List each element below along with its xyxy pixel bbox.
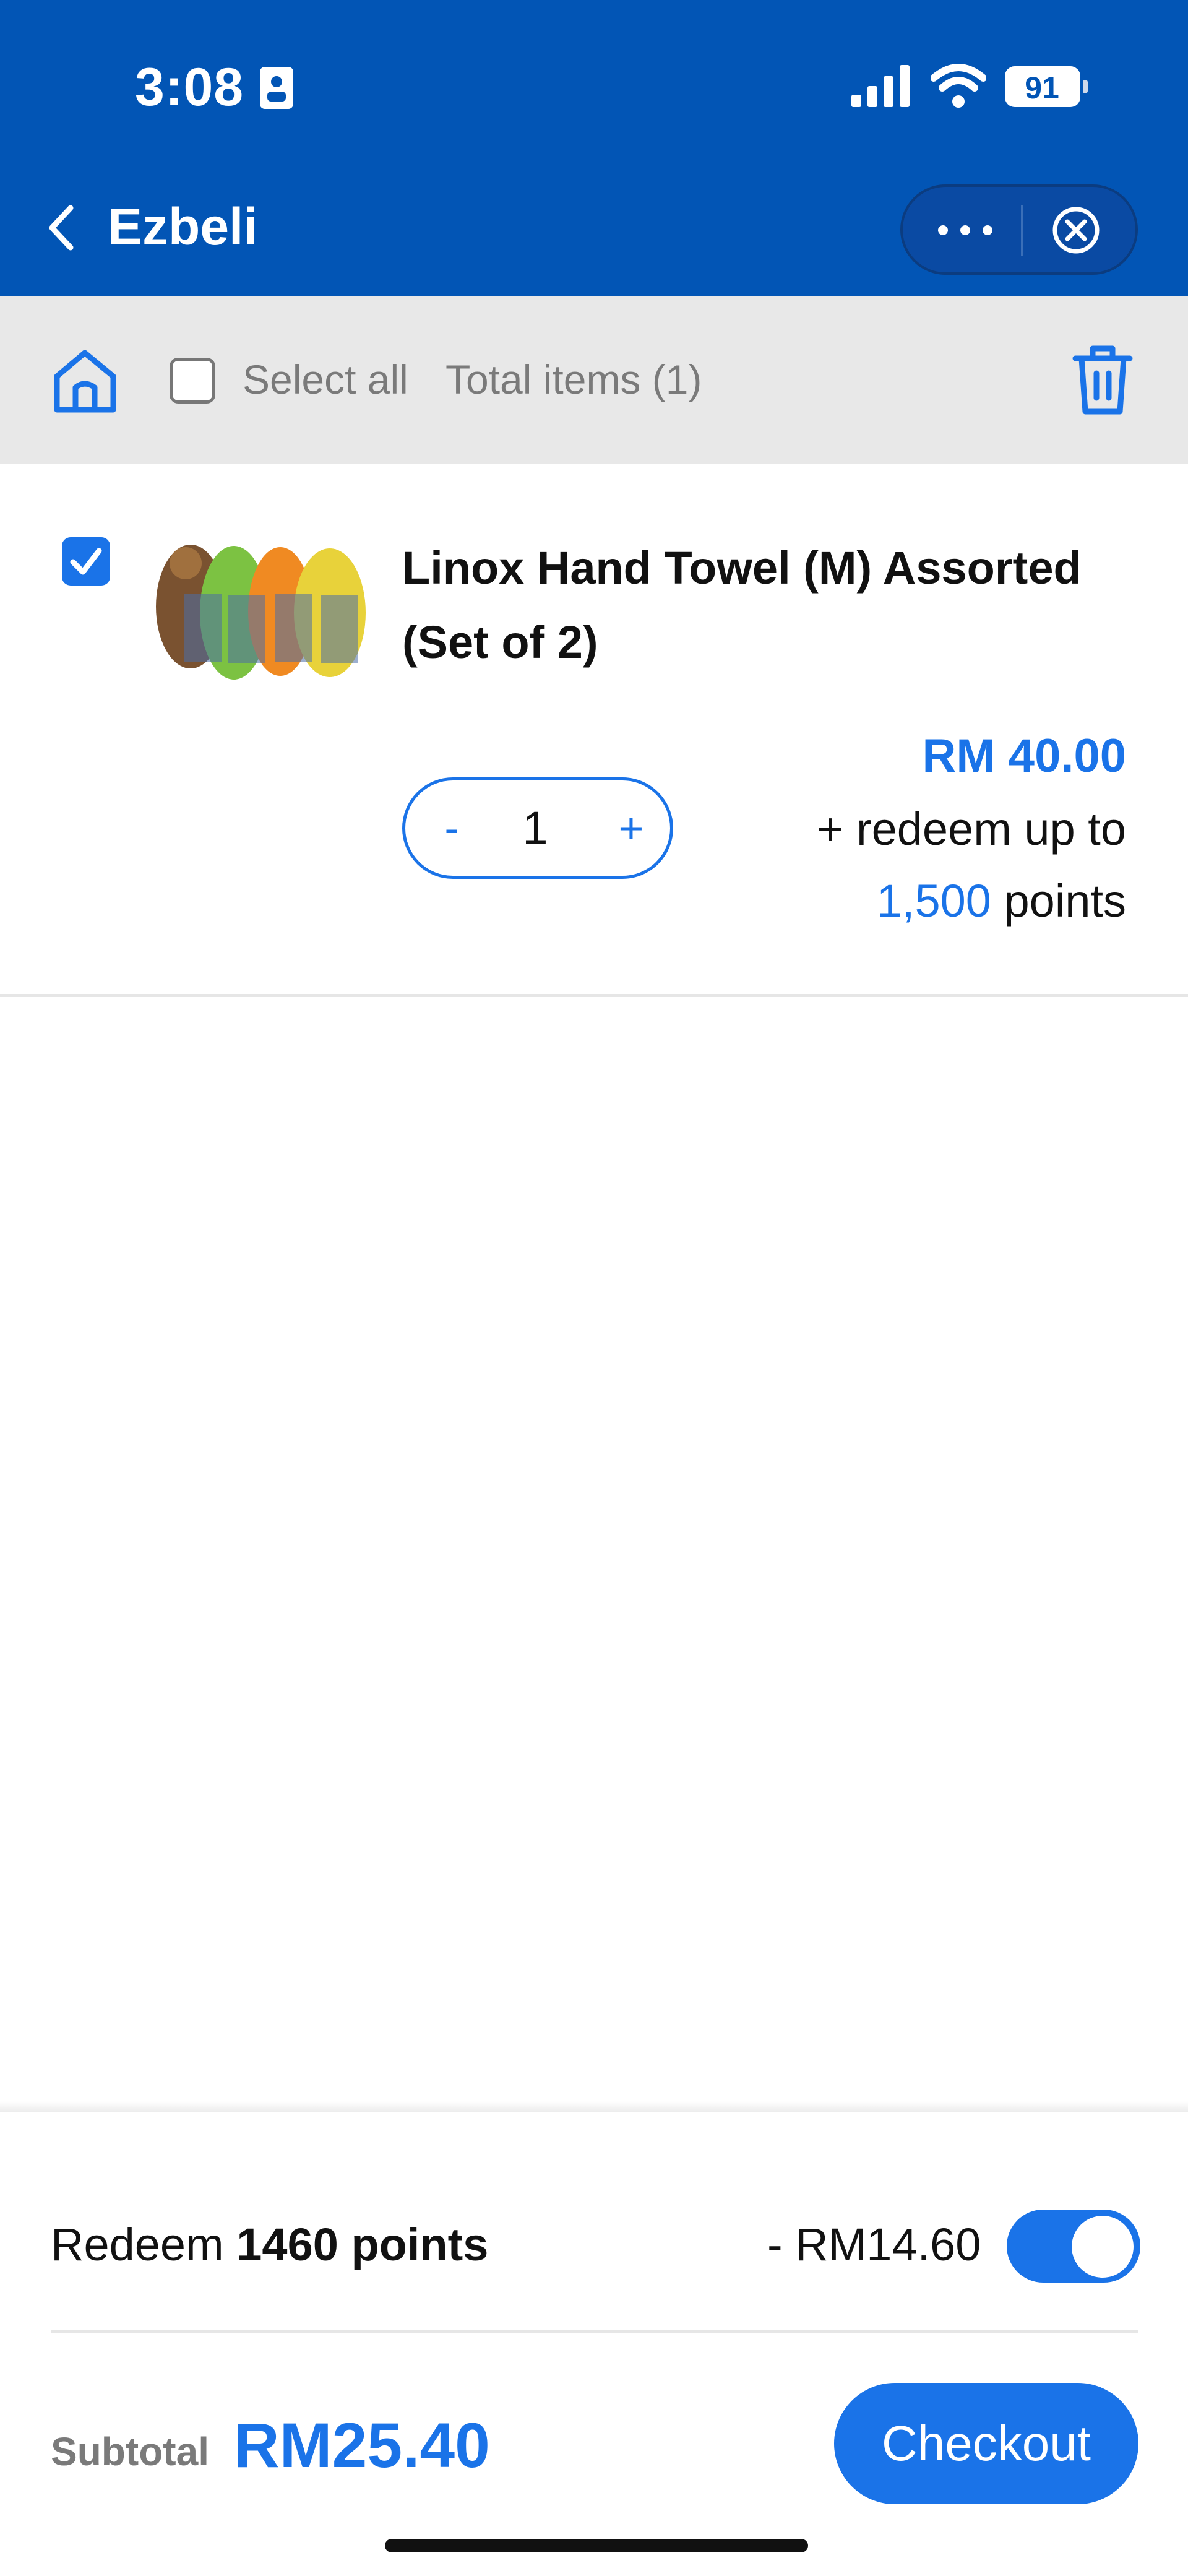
checkout-button[interactable]: Checkout bbox=[834, 2383, 1138, 2504]
product-thumbnail[interactable] bbox=[153, 538, 368, 693]
subtotal-label: Subtotal bbox=[51, 2429, 209, 2474]
sim-card-icon bbox=[260, 67, 293, 109]
bottom-panel-shadow bbox=[0, 2101, 1188, 2114]
page-title: Ezbeli bbox=[108, 197, 258, 256]
redeem-up-to-label: + redeem up to bbox=[817, 803, 1126, 855]
redeem-points-suffix: points bbox=[1004, 875, 1126, 927]
quantity-value[interactable]: 1 bbox=[514, 802, 557, 854]
home-icon[interactable] bbox=[50, 345, 121, 417]
close-circle-icon[interactable] bbox=[1050, 204, 1102, 256]
summary-divider bbox=[51, 2330, 1138, 2333]
more-icon[interactable] bbox=[934, 218, 996, 243]
product-name[interactable]: Linox Hand Towel (M) Assorted (Set of 2) bbox=[402, 531, 1145, 680]
redeem-points-value: 1,500 bbox=[876, 875, 991, 927]
wifi-icon bbox=[931, 64, 986, 108]
redeem-discount: - RM14.60 bbox=[767, 2219, 981, 2270]
battery-level: 91 bbox=[1025, 71, 1059, 105]
redeem-points-amount: 1460 points bbox=[236, 2219, 489, 2270]
select-all-checkbox[interactable] bbox=[170, 358, 215, 404]
checkmark-icon bbox=[70, 548, 102, 575]
item-divider bbox=[0, 994, 1188, 997]
status-time: 3:08 bbox=[135, 58, 244, 117]
home-indicator[interactable] bbox=[385, 2539, 808, 2552]
redeem-prefix: Redeem bbox=[51, 2219, 224, 2270]
trash-icon[interactable] bbox=[1070, 344, 1135, 417]
redeem-points-summary: Redeem 1460 points bbox=[51, 2218, 488, 2271]
battery-indicator: 91 bbox=[1004, 65, 1089, 108]
chevron-left-icon[interactable] bbox=[43, 197, 80, 259]
select-all-label[interactable]: Select all bbox=[243, 356, 408, 403]
checkout-panel bbox=[0, 2112, 1188, 2576]
redeem-points-line: 1,500 points bbox=[877, 875, 1126, 927]
item-checkbox[interactable] bbox=[62, 537, 110, 586]
product-price: RM 40.00 bbox=[922, 730, 1127, 782]
capsule-divider bbox=[1021, 205, 1023, 256]
decrease-quantity-button[interactable]: - bbox=[433, 803, 470, 853]
toggle-knob bbox=[1072, 2216, 1134, 2278]
increase-quantity-button[interactable]: + bbox=[613, 803, 650, 853]
total-items-label: Total items (1) bbox=[446, 357, 702, 402]
cellular-signal-icon bbox=[851, 65, 910, 107]
subtotal-value: RM25.40 bbox=[234, 2410, 490, 2481]
